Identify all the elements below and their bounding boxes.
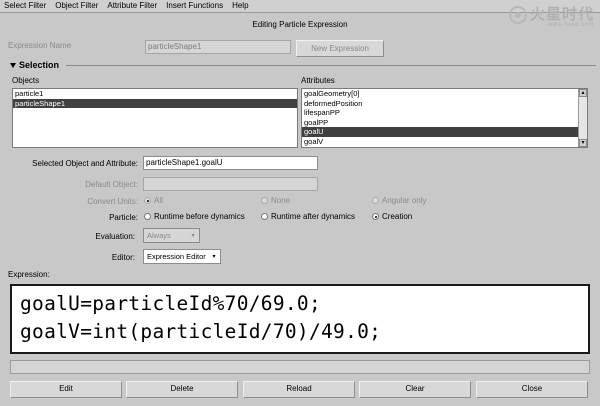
clear-button[interactable]: Clear (359, 381, 471, 398)
particle-after-radio[interactable]: Runtime after dynamics (261, 212, 355, 221)
particle-creation-radio[interactable]: Creation (372, 212, 412, 221)
particle-before-radio[interactable]: Runtime before dynamics (144, 212, 245, 221)
radio-label: All (154, 196, 163, 205)
list-item-selected[interactable]: particleShape1 (13, 98, 297, 108)
list-item[interactable]: particle1 (13, 89, 297, 99)
default-object-field[interactable] (143, 177, 318, 191)
expression-editor[interactable]: goalU=particleId%70/69.0; goalV=int(parti… (10, 284, 590, 354)
menu-help[interactable]: Help (232, 0, 248, 12)
attributes-scrollbar[interactable]: ▴ ▾ (578, 89, 587, 147)
radio-icon[interactable] (372, 197, 379, 204)
dialog-title: Editing Particle Expression (252, 20, 348, 29)
list-item[interactable]: goalV (302, 137, 587, 147)
radio-icon[interactable] (144, 197, 151, 204)
list-item[interactable]: goalGeometry[0] (302, 89, 587, 99)
particle-label: Particle: (109, 213, 138, 222)
list-item-selected[interactable]: goalU (302, 127, 587, 137)
list-item[interactable]: deformedPosition (302, 99, 587, 109)
default-object-label: Default Object: (85, 180, 138, 189)
convert-units-label: Convert Units: (87, 197, 138, 206)
selected-attribute-label: Selected Object and Attribute: (32, 159, 138, 168)
list-item[interactable]: goalPP (302, 118, 587, 128)
radio-label: None (271, 196, 291, 205)
radio-label: Runtime before dynamics (154, 212, 245, 221)
evaluation-label: Evaluation: (95, 232, 135, 241)
menu-select-filter[interactable]: Select Filter (4, 0, 46, 12)
radio-label: Angular only (382, 196, 427, 205)
close-button[interactable]: Close (476, 381, 588, 398)
radio-icon[interactable] (372, 213, 379, 220)
dropdown-arrow-icon: ▾ (191, 233, 195, 239)
section-divider (66, 65, 596, 66)
dropdown-arrow-icon: ▾ (212, 254, 216, 260)
menu-object-filter[interactable]: Object Filter (55, 0, 98, 12)
convert-angular-radio[interactable]: Angular only (372, 196, 426, 205)
evaluation-value: Always (147, 231, 171, 240)
reload-button[interactable]: Reload (243, 381, 355, 398)
attributes-label: Attributes (301, 76, 335, 85)
menu-insert-functions[interactable]: Insert Functions (166, 0, 223, 12)
editor-dropdown[interactable]: Expression Editor ▾ (143, 249, 221, 264)
scroll-down-icon[interactable]: ▾ (579, 139, 587, 147)
expression-name-field[interactable]: particleShape1 (145, 40, 291, 54)
convert-all-radio[interactable]: All (144, 196, 163, 205)
objects-label: Objects (12, 76, 40, 85)
menu-attribute-filter[interactable]: Attribute Filter (107, 0, 157, 12)
selection-title: Selection (19, 60, 60, 70)
radio-icon[interactable] (261, 197, 268, 204)
radio-label: Runtime after dynamics (271, 212, 356, 221)
scroll-up-icon[interactable]: ▴ (579, 89, 587, 97)
convert-none-radio[interactable]: None (261, 196, 290, 205)
editor-label: Editor: (111, 253, 135, 262)
evaluation-dropdown[interactable]: Always ▾ (143, 228, 200, 243)
new-expression-button[interactable]: New Expression (296, 40, 384, 57)
edit-button[interactable]: Edit (10, 381, 122, 398)
expression-name-label: Expression Name (8, 41, 72, 50)
attributes-list[interactable]: goalGeometry[0] deformedPosition lifespa… (301, 88, 588, 148)
status-line (10, 360, 590, 374)
radio-label: Creation (382, 212, 413, 221)
expression-label: Expression: (8, 270, 50, 279)
expression-line: goalV=int(particleId/70)/49.0; (20, 320, 382, 343)
collapse-triangle-icon[interactable] (10, 63, 16, 69)
objects-list[interactable]: particle1 particleShape1 (12, 88, 298, 148)
radio-icon[interactable] (144, 213, 151, 220)
expression-line: goalU=particleId%70/69.0; (20, 292, 321, 315)
delete-button[interactable]: Delete (126, 381, 238, 398)
radio-icon[interactable] (261, 213, 268, 220)
selected-attribute-field[interactable]: particleShape1.goalU (143, 156, 318, 170)
editor-value: Expression Editor (147, 252, 206, 261)
list-item[interactable]: lifespanPP (302, 108, 587, 118)
